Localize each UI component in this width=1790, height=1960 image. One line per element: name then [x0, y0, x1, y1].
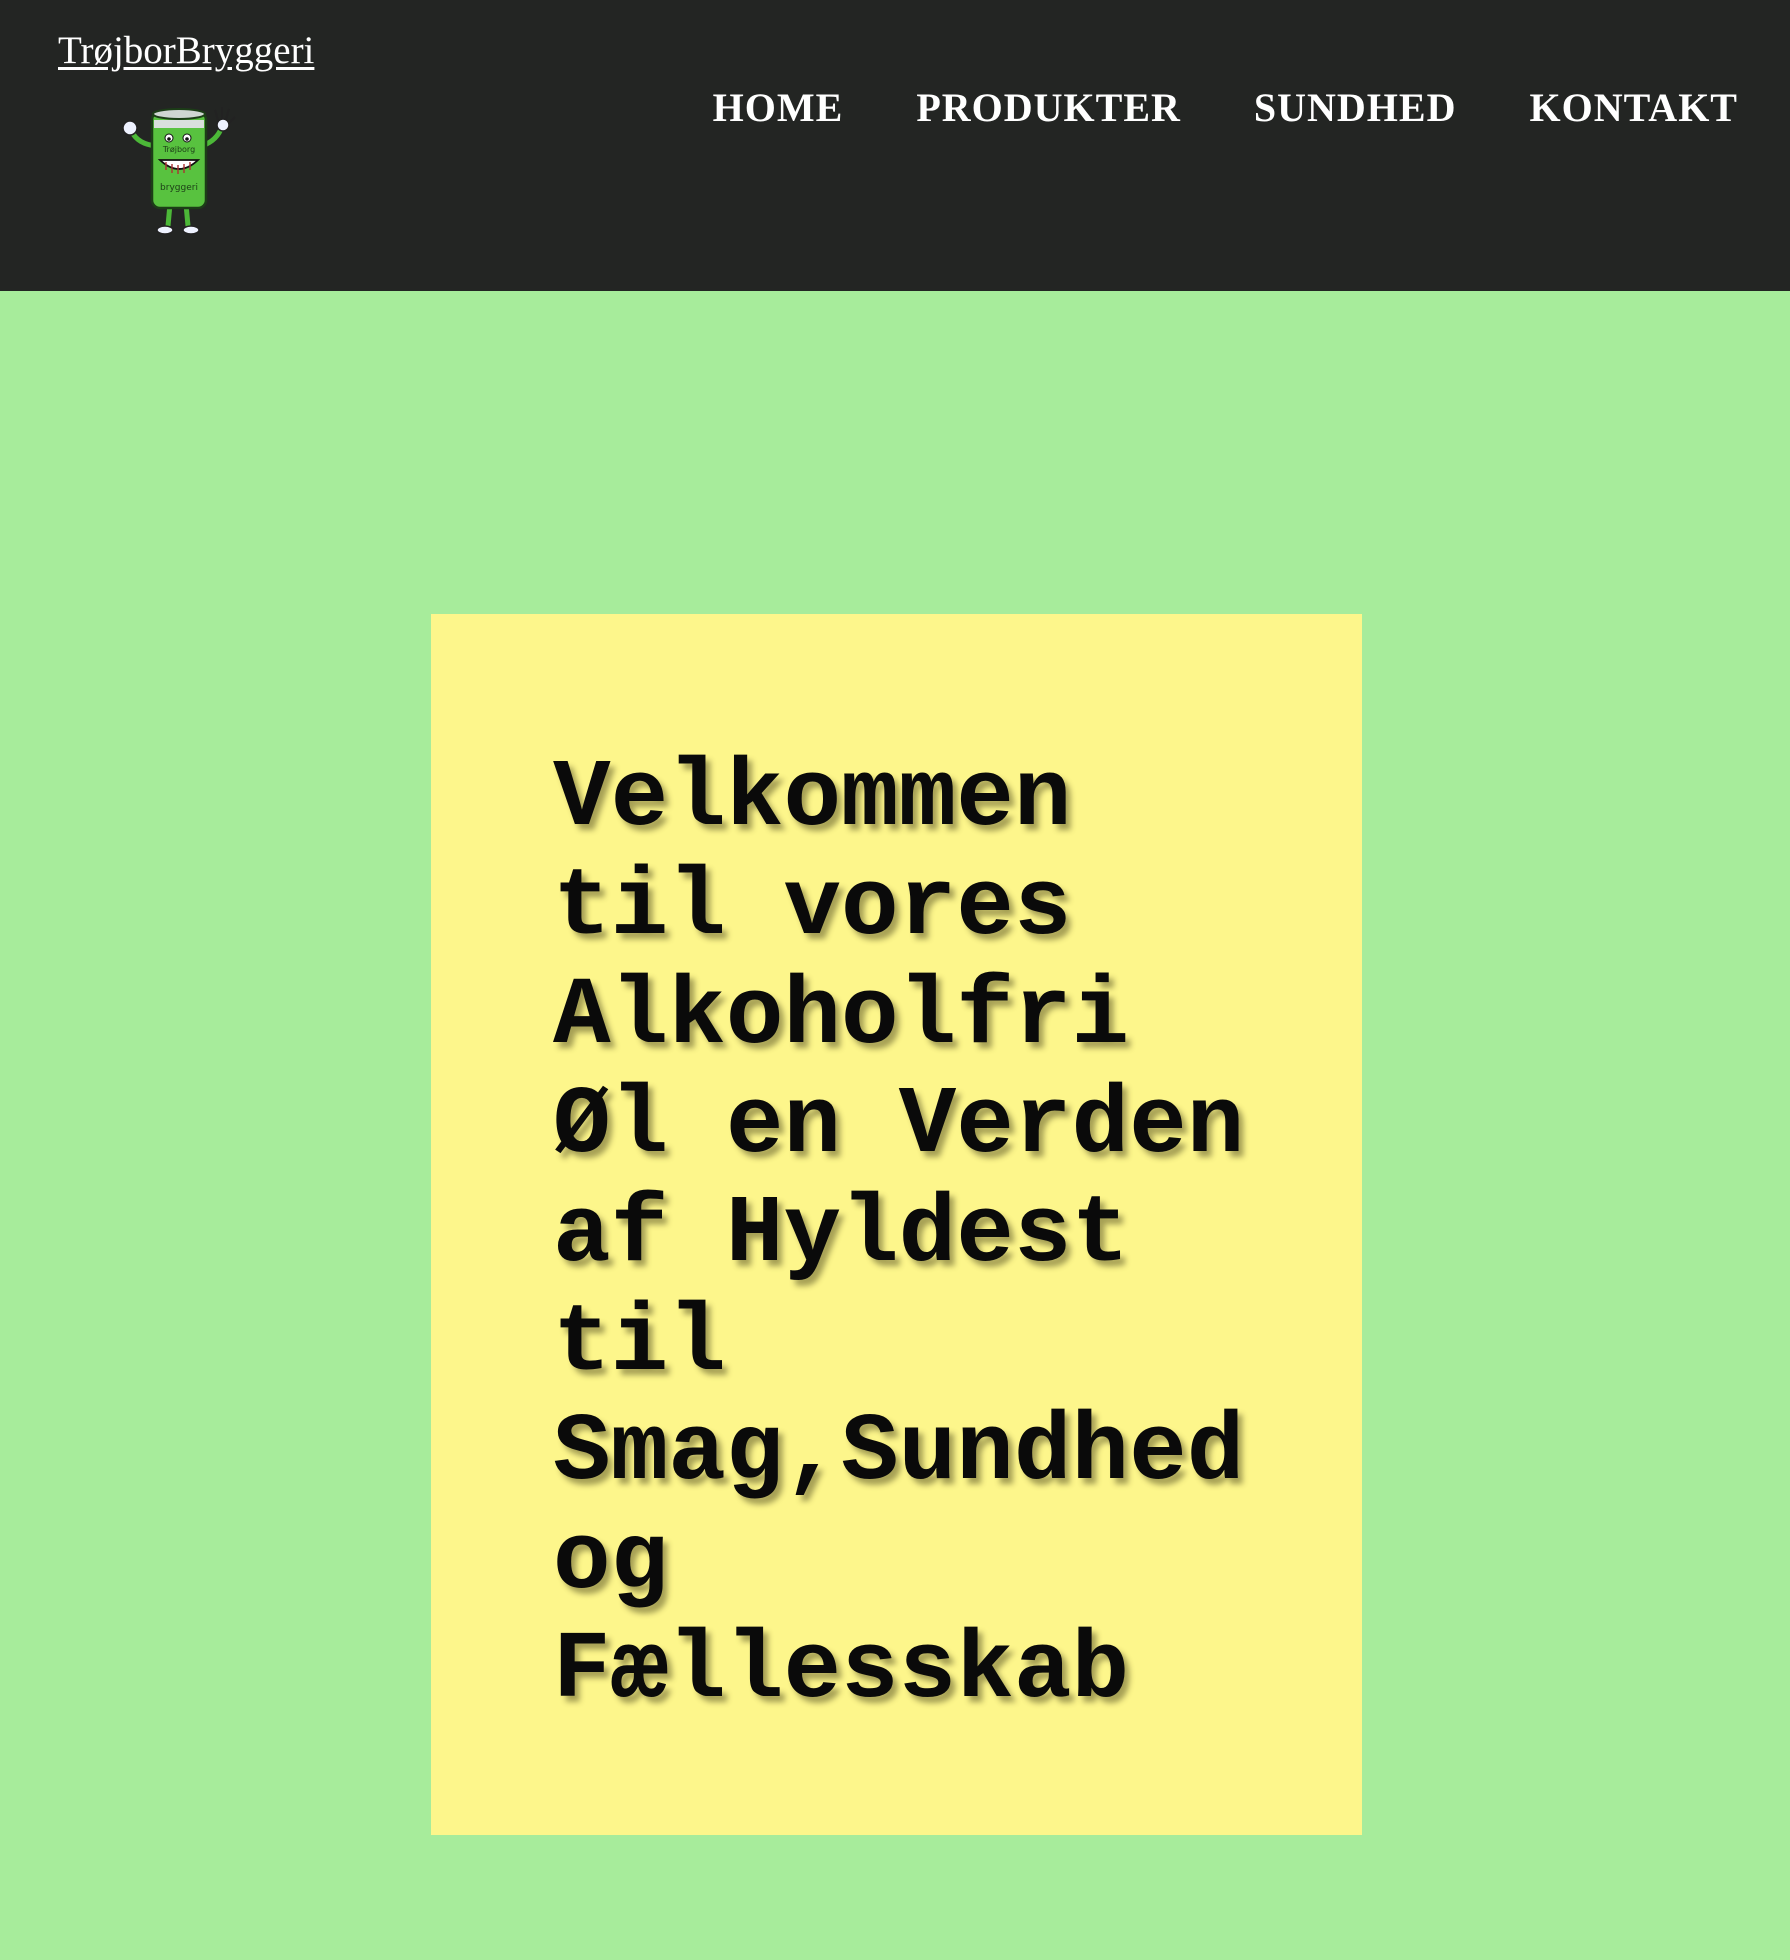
- logo-text-top: Trøjborg: [162, 145, 195, 154]
- beer-can-mascot-icon: Trøjborg bryggeri: [122, 107, 236, 235]
- nav-item-home[interactable]: HOME: [713, 84, 844, 131]
- nav-item-produkter[interactable]: PRODUKTER: [916, 84, 1181, 131]
- nav-item-kontakt[interactable]: KONTAKT: [1529, 84, 1738, 131]
- brand-link[interactable]: TrøjborBryggeri: [58, 28, 314, 73]
- welcome-card: Velkommen til vores Alkoholfri Øl en Ver…: [431, 614, 1362, 1835]
- logo-text-bottom: bryggeri: [160, 183, 198, 193]
- main-nav: HOME PRODUKTER SUNDHED KONTAKT: [713, 84, 1738, 131]
- welcome-heading: Velkommen til vores Alkoholfri Øl en Ver…: [553, 744, 1245, 1725]
- nav-item-sundhed[interactable]: SUNDHED: [1254, 84, 1457, 131]
- site-header: TrøjborBryggeri Trøjborg bryggeri HOME P…: [0, 0, 1790, 291]
